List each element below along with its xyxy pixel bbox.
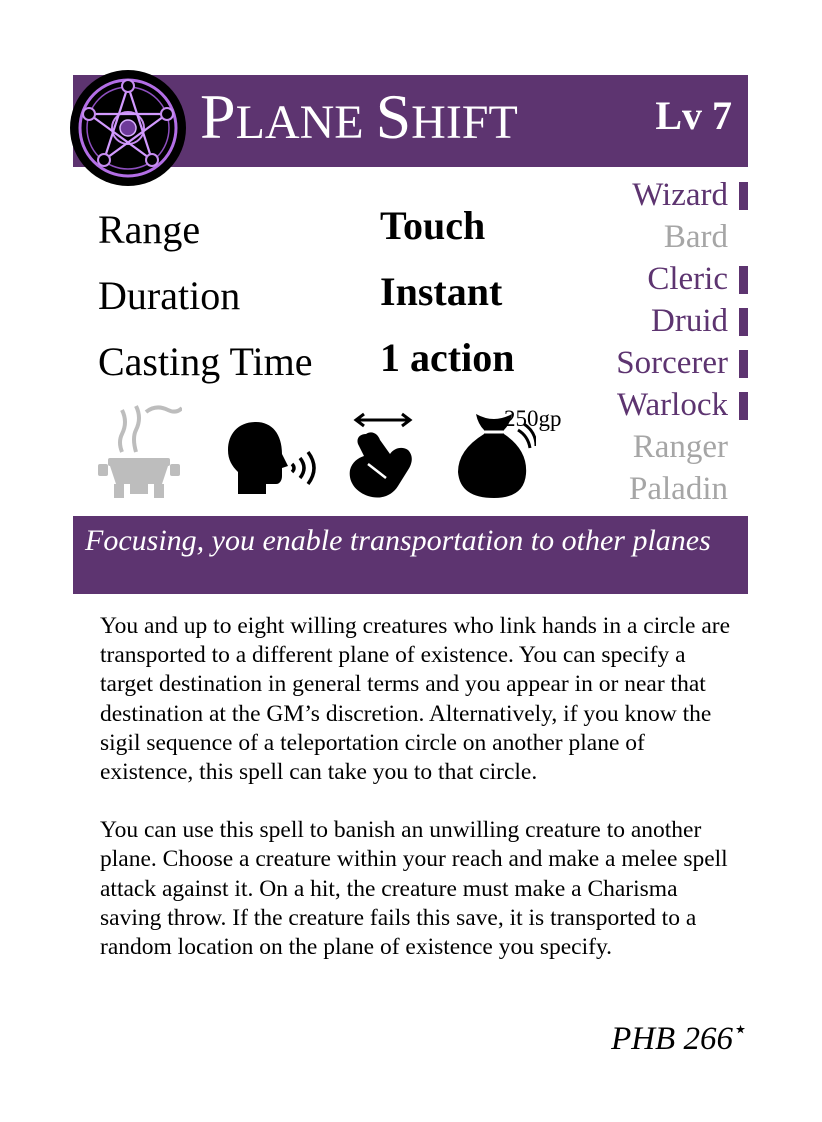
description-paragraph-2: You can use this spell to banish an unwi…: [100, 817, 728, 961]
class-druid: Druid: [528, 300, 748, 342]
class-ranger: Ranger: [632, 429, 728, 465]
somatic-hand-gesture-icon: [349, 412, 413, 498]
verbal-speaking-head-icon: [228, 422, 316, 494]
duration-value: Instant: [380, 269, 503, 314]
title-word-1-rest: LANE: [235, 96, 364, 149]
title-word-2-rest: HIFT: [411, 96, 518, 149]
material-cost: 250gp: [504, 406, 562, 431]
description-paragraph-1: You and up to eight willing creatures wh…: [100, 613, 731, 786]
title-initial-1: P: [200, 81, 236, 152]
class-paladin: Paladin: [629, 471, 728, 507]
source-reference: PHB 266⋆: [611, 1008, 748, 1061]
spell-title: PLANE SHIFT: [200, 82, 518, 158]
spell-level: Lv 7: [655, 93, 732, 138]
casting-time-value: 1 action: [380, 335, 515, 380]
class-cleric: Cleric: [528, 258, 748, 300]
spell-description: You and up to eight willing creatures wh…: [100, 612, 740, 991]
source-text: PHB 266: [611, 1021, 733, 1057]
class-list: Wizard Bard Cleric Druid Sorcerer Warloc…: [528, 174, 748, 510]
duration-label: Duration: [98, 273, 241, 318]
class-sorcerer: Sorcerer: [528, 342, 748, 384]
range-value: Touch: [380, 203, 486, 248]
spell-tagline: Focusing, you enable transportation to o…: [73, 516, 748, 594]
title-initial-2: S: [375, 81, 412, 152]
source-star-icon: ⋆: [732, 1017, 748, 1043]
ritual-incense-icon: [98, 405, 182, 498]
pentagram-emblem-icon: [70, 70, 186, 186]
class-bard: Bard: [663, 219, 728, 255]
range-label: Range: [98, 207, 201, 252]
casting-time-label: Casting Time: [98, 339, 313, 384]
class-wizard: Wizard: [528, 174, 748, 216]
